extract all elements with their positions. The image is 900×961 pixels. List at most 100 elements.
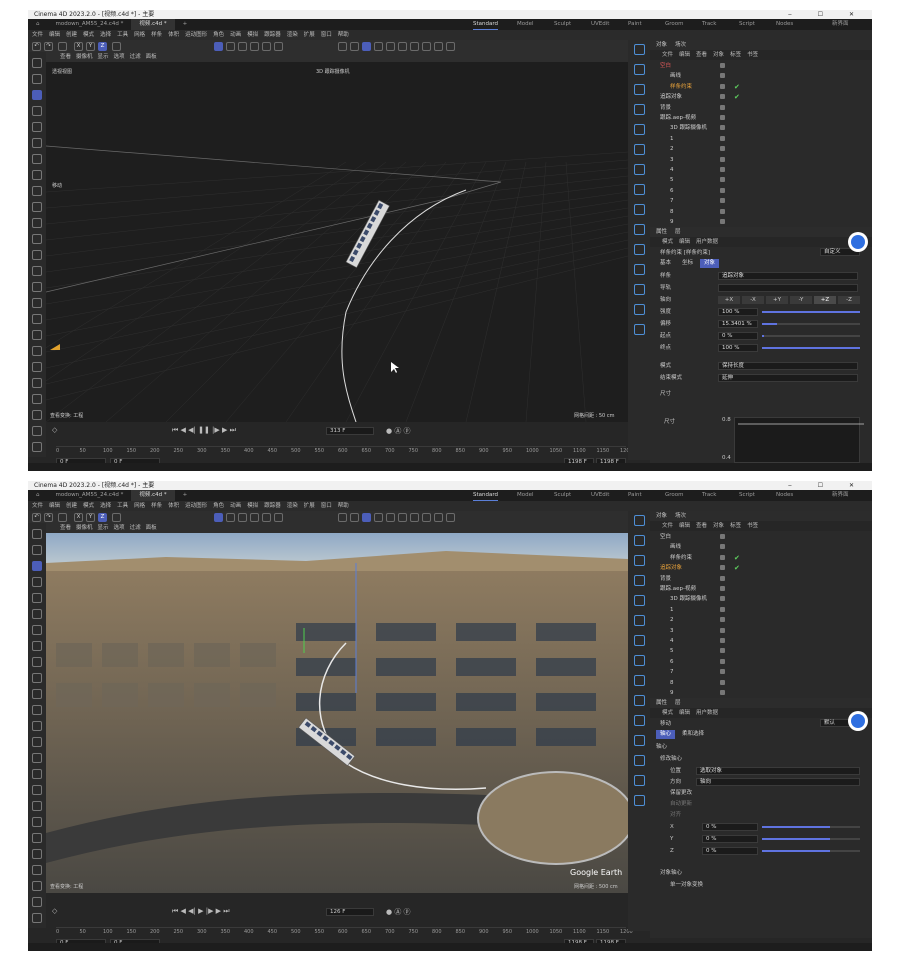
viewport-menu-item[interactable]: 显示 [98,54,109,60]
locked-icon[interactable] [374,42,383,51]
render-active-icon[interactable] [422,42,431,51]
tag-icon[interactable] [634,284,645,295]
attribute-subtab[interactable]: 柔和选择 [678,730,708,739]
workspace-tab[interactable]: Sculpt [554,490,571,501]
tag-icon[interactable] [32,801,42,811]
attribute-menu-item[interactable]: 用户数据 [696,239,718,245]
object-row[interactable]: 7 [650,196,860,206]
settings-icon[interactable] [634,324,645,335]
object-row[interactable]: 画线 [650,542,860,552]
spline-pen-icon[interactable] [32,138,42,148]
menu-item[interactable]: 模式 [83,32,94,38]
rotate-icon[interactable] [32,577,42,587]
workspace-tab[interactable]: Model [517,19,534,30]
visibility-dots[interactable] [720,187,725,193]
snap-icon[interactable] [338,42,347,51]
attribute-subtab[interactable]: 坐标 [678,259,697,268]
menu-item[interactable]: 扩展 [304,32,315,38]
home-icon[interactable]: ⌂ [28,19,48,30]
menu-item[interactable]: 文件 [32,503,43,509]
undo-icon[interactable]: ↶ [32,513,41,522]
add-tab-icon[interactable]: + [175,19,196,30]
visibility-dots[interactable] [720,198,725,204]
object-row[interactable]: 8 [650,678,860,688]
layer-icon[interactable] [32,362,42,372]
menu-item[interactable]: 窗口 [321,503,332,509]
object-menu-item[interactable]: 书签 [747,523,758,529]
visibility-dots[interactable] [720,669,725,675]
paint-icon[interactable] [32,817,42,827]
axis-option-3[interactable]: -Y [790,296,812,304]
axis-option-1[interactable]: -X [742,296,764,304]
workspace-tab[interactable]: Model [517,490,534,501]
scale-icon[interactable] [32,122,42,132]
workspace-tab[interactable]: Paint [628,19,642,30]
menu-item[interactable]: 动画 [230,32,241,38]
light-icon[interactable] [634,224,645,235]
frame-ruler[interactable]: 0 50 100 150 200 250 300 350 400 450 500 550 600 650 7… [56,927,633,937]
camera-icon[interactable] [634,244,645,255]
menu-item[interactable]: 编辑 [49,503,60,509]
cloner-icon[interactable] [32,266,42,276]
object-row[interactable]: 2 [650,144,860,154]
axis-icon[interactable] [386,513,395,522]
start-field[interactable]: 0 % [718,332,758,340]
menu-item[interactable]: 模拟 [247,503,258,509]
menu-item[interactable]: 跟踪器 [264,503,281,509]
bottom-icon[interactable] [32,913,42,923]
settings-icon[interactable] [634,795,645,806]
workspace-tab[interactable]: Groom [665,19,684,30]
attribute-subtab[interactable]: 对象 [700,259,720,268]
object-manager-tab[interactable]: 对象 [656,513,667,519]
object-manager-tab[interactable]: 对象 [656,42,667,48]
cylinder-icon[interactable] [32,250,42,260]
menu-item[interactable]: 扩展 [304,503,315,509]
workspace-tab[interactable]: Nodes [776,490,793,501]
object-row[interactable]: 5 [650,175,860,185]
home-icon[interactable]: ⌂ [28,490,48,501]
rotate-icon[interactable] [32,106,42,116]
new-interface-label[interactable]: 新界面 [832,19,849,30]
visibility-dots[interactable] [720,586,725,591]
grid-icon[interactable] [32,865,42,875]
object-row[interactable]: 画线 [650,71,860,81]
strength-field[interactable]: 100 % [718,308,758,316]
knife-icon[interactable] [32,154,42,164]
menu-item[interactable]: 编辑 [49,32,60,38]
visibility-dots[interactable] [720,554,725,560]
material-icon[interactable] [446,513,455,522]
object-row[interactable]: 6 [650,657,860,667]
solo-icon[interactable] [362,42,371,51]
end-mode-dropdown[interactable]: 延伸 [718,374,858,382]
doc-tab[interactable]: 视频.c4d * [131,490,175,501]
menu-item[interactable]: 选择 [100,503,111,509]
visibility-dots[interactable] [720,125,725,131]
new-interface-label[interactable]: 新界面 [832,490,849,501]
sphere-icon[interactable] [32,705,42,715]
brush-icon[interactable] [32,170,42,180]
cloner-icon[interactable] [634,635,645,646]
viewport-menu-item[interactable]: 过滤 [130,54,141,60]
check-icon[interactable]: ✔ [734,563,740,573]
menu-item[interactable]: 创建 [66,503,77,509]
axis-option-5[interactable]: -Z [838,296,860,304]
texture-mode-icon[interactable] [262,42,271,51]
cube-icon[interactable] [634,515,645,526]
object-menu-item[interactable]: 对象 [713,52,724,58]
menu-item[interactable]: 动画 [230,503,241,509]
object-row[interactable]: 样条约束 ✔ [650,82,860,92]
material-icon[interactable] [446,42,455,51]
object-manager-tab[interactable]: 场次 [675,42,686,48]
workspace-tab[interactable]: Track [702,19,716,30]
viewport-menu-item[interactable]: 查看 [60,525,71,531]
frame-ruler[interactable]: 0 50 100 150 200 250 300 350 400 450 500 550 600 650 7… [56,446,633,456]
scale-icon[interactable] [32,593,42,603]
attribute-tab[interactable]: 层 [675,229,681,235]
object-row[interactable]: 背景 [650,103,860,113]
auto-update-checkbox[interactable]: 自动更新 [670,799,692,809]
doc-tab[interactable]: 视频.c4d * [131,19,175,30]
rail-field[interactable] [718,284,858,292]
generator-icon[interactable] [634,104,645,115]
visibility-dots[interactable] [720,638,725,643]
locked-icon[interactable] [374,513,383,522]
